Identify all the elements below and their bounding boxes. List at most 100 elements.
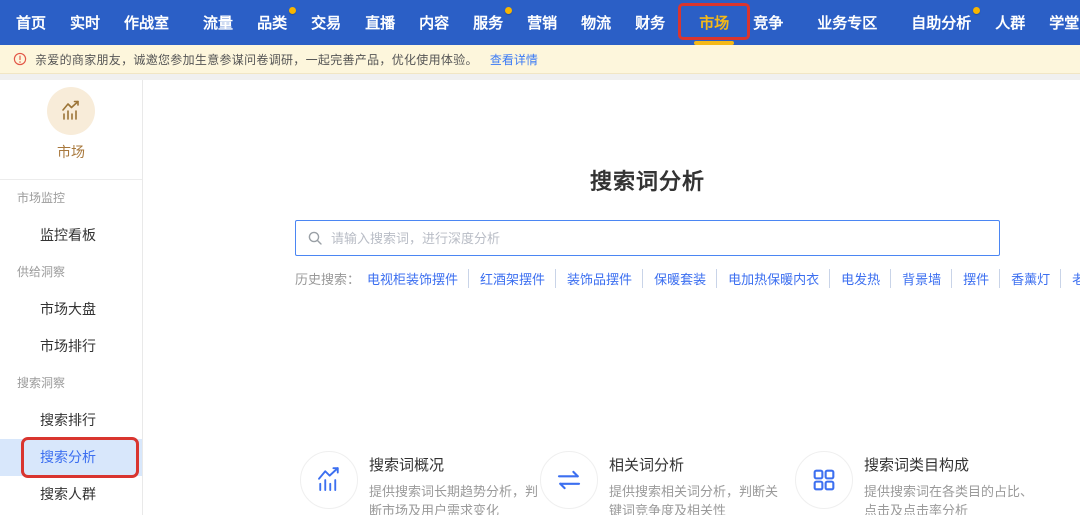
sidebar-item-label: 搜索分析 bbox=[40, 449, 96, 465]
nav-item-label: 人群 bbox=[995, 15, 1026, 32]
nav-item-label: 交易 bbox=[311, 15, 342, 32]
feature-text: 相关词分析 提供搜索相关词分析，判断关键词竞争度及相关性 bbox=[609, 451, 781, 515]
history-term[interactable]: 电视柜装饰摆件 bbox=[367, 269, 458, 288]
feature-title: 相关词分析 bbox=[609, 457, 685, 474]
search-history: 历史搜索： 电视柜装饰摆件 红酒架摆件 装饰品摆件 保暖套装 电加热保暖内衣 电… bbox=[295, 269, 1080, 288]
history-term[interactable]: 保暖套装 bbox=[642, 269, 706, 288]
nav-item-live[interactable]: 直播 bbox=[353, 0, 407, 45]
nav-item-traffic[interactable]: 流量 bbox=[191, 0, 245, 45]
feature-related-term-analysis: 相关词分析 提供搜索相关词分析，判断关键词竞争度及相关性 bbox=[540, 451, 795, 515]
market-trend-chart-icon bbox=[47, 87, 95, 135]
nav-item-label: 竞争 bbox=[753, 15, 784, 32]
top-nav: 首页 实时 作战室 流量 品类 交易 直播 内容 服务 营销 物流 财务 市场 … bbox=[0, 0, 1080, 45]
nav-item-label: 服务 bbox=[473, 15, 504, 32]
nav-item-finance[interactable]: 财务 bbox=[623, 0, 677, 45]
sidebar-item-market-ranking[interactable]: 市场排行 bbox=[0, 328, 142, 365]
feature-search-term-overview: 搜索词概况 提供搜索词长期趋势分析，判断市场及用户需求变化 bbox=[300, 451, 540, 515]
search-area: 搜索词分析 历史搜索： 电视柜装饰摆件 红酒架摆件 装饰品摆件 保暖套装 电加热… bbox=[295, 164, 1080, 288]
screen: 首页 实时 作战室 流量 品类 交易 直播 内容 服务 营销 物流 财务 市场 … bbox=[0, 0, 1080, 515]
sidebar: 市场 市场监控 监控看板 供给洞察 市场大盘 市场排行 搜索洞察 搜索排行 搜索… bbox=[0, 80, 143, 515]
history-term[interactable]: 老虎摆件 bbox=[1060, 269, 1080, 288]
exclamation-circle-icon bbox=[13, 52, 27, 66]
history-term[interactable]: 红酒架摆件 bbox=[468, 269, 545, 288]
feature-desc: 提供搜索词长期趋势分析，判断市场及用户需求变化 bbox=[369, 484, 539, 515]
nav-item-label: 实时 bbox=[70, 15, 101, 32]
history-term[interactable]: 电发热 bbox=[829, 269, 880, 288]
feature-desc: 提供搜索相关词分析，判断关键词竞争度及相关性 bbox=[609, 484, 779, 515]
swap-arrows-icon bbox=[540, 451, 598, 509]
search-box bbox=[295, 220, 1000, 256]
page-body: 市场 市场监控 监控看板 供给洞察 市场大盘 市场排行 搜索洞察 搜索排行 搜索… bbox=[0, 80, 1080, 515]
notice-bar: 亲爱的商家朋友，诚邀您参加生意参谋问卷调研，一起完善产品，优化使用体验。 查看详… bbox=[0, 45, 1080, 74]
nav-item-label: 作战室 bbox=[124, 15, 170, 32]
nav-item-home[interactable]: 首页 bbox=[4, 0, 58, 45]
active-tab-underline bbox=[694, 41, 735, 45]
nav-item-label: 直播 bbox=[365, 15, 396, 32]
nav-item-label: 首页 bbox=[16, 15, 47, 32]
nav-item-trade[interactable]: 交易 bbox=[299, 0, 353, 45]
feature-title: 搜索词类目构成 bbox=[864, 457, 970, 474]
main-content: 搜索词分析 历史搜索： 电视柜装饰摆件 红酒架摆件 装饰品摆件 保暖套装 电加热… bbox=[143, 80, 1080, 515]
nav-item-war-room[interactable]: 作战室 bbox=[112, 0, 181, 45]
notification-dot-icon bbox=[973, 7, 981, 14]
nav-item-label: 业务专区 bbox=[817, 15, 878, 32]
nav-item-content[interactable]: 内容 bbox=[407, 0, 461, 45]
sidebar-item-search-audience[interactable]: 搜索人群 bbox=[0, 476, 142, 513]
nav-item-audience[interactable]: 人群 bbox=[983, 0, 1037, 45]
nav-item-category[interactable]: 品类 bbox=[245, 0, 299, 45]
nav-item-label: 市场 bbox=[699, 15, 730, 32]
sidebar-app-label: 市场 bbox=[57, 144, 85, 160]
magnifier-icon bbox=[308, 231, 322, 245]
sidebar-item-monitor-dashboard[interactable]: 监控看板 bbox=[0, 217, 142, 254]
feature-text: 搜索词类目构成 提供搜索词在各类目的占比、点击及点击率分析 bbox=[864, 451, 1036, 515]
sidebar-app-badge: 市场 bbox=[0, 87, 142, 162]
sidebar-item-market-overview[interactable]: 市场大盘 bbox=[0, 291, 142, 328]
nav-item-competition[interactable]: 竞争 bbox=[741, 0, 795, 45]
sidebar-item-label: 搜索人群 bbox=[40, 486, 96, 502]
search-input[interactable] bbox=[331, 230, 988, 246]
sidebar-item-label: 市场大盘 bbox=[40, 301, 96, 317]
sidebar-item-search-ranking[interactable]: 搜索排行 bbox=[0, 402, 142, 439]
nav-item-label: 财务 bbox=[635, 15, 666, 32]
feature-search-term-category: 搜索词类目构成 提供搜索词在各类目的占比、点击及点击率分析 bbox=[795, 451, 1035, 515]
nav-item-label: 营销 bbox=[527, 15, 558, 32]
nav-item-label: 流量 bbox=[203, 15, 234, 32]
history-term[interactable]: 电加热保暖内衣 bbox=[716, 269, 819, 288]
nav-item-business-zone[interactable]: 业务专区 bbox=[805, 0, 889, 45]
sidebar-group-supply-insight: 供给洞察 bbox=[17, 265, 66, 279]
nav-item-logistics[interactable]: 物流 bbox=[569, 0, 623, 45]
history-term[interactable]: 背景墙 bbox=[890, 269, 941, 288]
nav-item-label: 自助分析 bbox=[911, 15, 972, 32]
sidebar-group-market-monitoring: 市场监控 bbox=[17, 191, 66, 205]
nav-item-self-analysis[interactable]: 自助分析 bbox=[899, 0, 983, 45]
nav-item-label: 内容 bbox=[419, 15, 450, 32]
trend-chart-icon bbox=[300, 451, 358, 509]
notice-text: 亲爱的商家朋友，诚邀您参加生意参谋问卷调研，一起完善产品，优化使用体验。 bbox=[35, 52, 478, 67]
grid-icon bbox=[795, 451, 853, 509]
notice-detail-link[interactable]: 查看详情 bbox=[490, 51, 538, 68]
nav-item-realtime[interactable]: 实时 bbox=[58, 0, 112, 45]
history-label: 历史搜索： bbox=[295, 272, 361, 287]
sidebar-item-search-analysis[interactable]: 搜索分析 bbox=[0, 437, 142, 478]
page-title: 搜索词分析 bbox=[589, 169, 705, 194]
sidebar-item-label: 搜索排行 bbox=[40, 412, 96, 428]
nav-item-marketing[interactable]: 营销 bbox=[515, 0, 569, 45]
notification-dot-icon bbox=[289, 7, 297, 14]
feature-cards: 搜索词概况 提供搜索词长期趋势分析，判断市场及用户需求变化 相关词分析 提供搜索… bbox=[300, 451, 1080, 515]
feature-text: 搜索词概况 提供搜索词长期趋势分析，判断市场及用户需求变化 bbox=[369, 451, 541, 515]
nav-item-market[interactable]: 市场 bbox=[678, 0, 751, 45]
notification-dot-icon bbox=[505, 7, 513, 14]
history-term[interactable]: 摆件 bbox=[951, 269, 989, 288]
nav-item-label: 学堂 bbox=[1049, 15, 1080, 32]
nav-item-academy[interactable]: 学堂 bbox=[1037, 0, 1080, 45]
nav-item-service[interactable]: 服务 bbox=[461, 0, 515, 45]
nav-item-label: 物流 bbox=[581, 15, 612, 32]
nav-item-label: 品类 bbox=[257, 15, 288, 32]
history-term[interactable]: 装饰品摆件 bbox=[555, 269, 632, 288]
sidebar-item-label: 市场排行 bbox=[40, 338, 96, 354]
feature-desc: 提供搜索词在各类目的占比、点击及点击率分析 bbox=[864, 484, 1034, 515]
feature-title: 搜索词概况 bbox=[369, 457, 445, 474]
sidebar-item-label: 监控看板 bbox=[40, 227, 96, 243]
sidebar-group-search-insight: 搜索洞察 bbox=[17, 376, 66, 390]
history-term[interactable]: 香薰灯 bbox=[999, 269, 1050, 288]
